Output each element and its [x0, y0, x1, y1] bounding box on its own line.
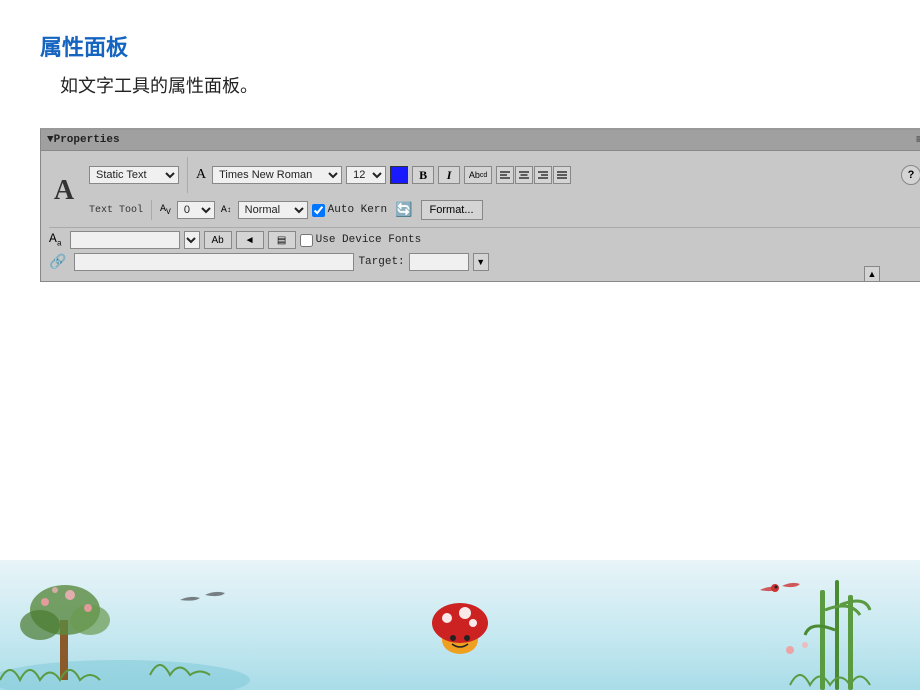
superscript-button[interactable]: Abcd [464, 166, 492, 184]
text-tool-big-a: A [49, 175, 79, 207]
align-group [496, 166, 571, 184]
auto-kern-text: Auto Kern [328, 204, 387, 216]
target-label: Target: [358, 256, 404, 268]
normal-select[interactable]: Normal Superscript Subscript [238, 201, 308, 219]
bold-button[interactable]: B [412, 166, 434, 184]
row-divider-1 [49, 227, 920, 228]
align-center-button[interactable] [515, 166, 533, 184]
italic-button[interactable]: I [438, 166, 460, 184]
font-select[interactable]: Times New Roman Arial Verdana [212, 166, 342, 184]
separator-2 [151, 200, 152, 220]
use-device-fonts-checkbox[interactable] [300, 234, 313, 247]
prop-row-3: Aa ▼ Ab ◄ ▤ Use Device Fonts [49, 231, 920, 249]
use-device-fonts-label[interactable]: Use Device Fonts [300, 234, 422, 247]
color-picker[interactable] [390, 166, 408, 184]
text-block-button[interactable]: ▤ [268, 231, 296, 249]
auto-kern-label[interactable]: Auto Kern [312, 204, 387, 217]
format-button[interactable]: Format... [421, 200, 483, 220]
prop-row-4: 🔗 Target: ▼ [49, 253, 920, 271]
right-nature-scene [620, 560, 920, 690]
target-input[interactable] [409, 253, 469, 271]
align-right-button[interactable] [534, 166, 552, 184]
text-tool-icon-col: A [49, 175, 83, 207]
use-device-fonts-text: Use Device Fonts [316, 234, 422, 246]
panel-menu-icon[interactable]: ≡ [916, 133, 920, 147]
bottom-decoration [0, 560, 920, 690]
prop-row-1: A Static Text Dynamic Text Input Text [49, 157, 920, 224]
left-arrow-button[interactable]: ◄ [236, 231, 264, 249]
font-icon: A [196, 167, 206, 183]
panel-scroll-button[interactable]: ▲ [864, 266, 880, 282]
static-text-group: Static Text Dynamic Text Input Text [89, 166, 179, 184]
instance-name-input[interactable] [70, 231, 180, 249]
panel-titlebar: ▼Properties ≡ [41, 130, 920, 151]
text-tool-label: Text Tool [89, 205, 143, 216]
url-input[interactable] [74, 253, 354, 271]
tracking-select[interactable]: 0125 [177, 201, 215, 219]
page-subtitle: 如文字工具的属性面板。 [60, 72, 880, 98]
static-text-select[interactable]: Static Text Dynamic Text Input Text [89, 166, 179, 184]
page-title: 属性面板 [40, 30, 880, 62]
align-left-button[interactable] [496, 166, 514, 184]
panel-body: A Static Text Dynamic Text Input Text [41, 151, 920, 281]
target-dropdown-btn[interactable]: ▼ [473, 253, 489, 271]
align-justify-button[interactable] [553, 166, 571, 184]
instance-name-icon: Aa [49, 231, 62, 249]
help-button[interactable]: ? [901, 165, 920, 185]
font-size-select[interactable]: 891011 121416 [346, 166, 386, 184]
ab-select[interactable]: ▼ [184, 231, 200, 249]
url-icon: 🔗 [49, 254, 66, 271]
center-character [425, 588, 495, 670]
properties-panel: ▼Properties ≡ A [40, 128, 880, 282]
a-spacing-icon: A↕ [221, 205, 232, 216]
prop-subrow-1a: Static Text Dynamic Text Input Text A T [89, 157, 920, 193]
av-kern-icon: AV [160, 204, 171, 217]
left-nature-scene [0, 560, 300, 690]
properties-panel-inner: ▼Properties ≡ A [40, 128, 920, 282]
auto-kern-checkbox[interactable] [312, 204, 325, 217]
separator-1 [187, 157, 188, 193]
sync-icon: 🔄 [395, 202, 412, 219]
prop-subrow-1b: Text Tool AV 0125 [89, 200, 920, 220]
panel-title: ▼Properties [47, 134, 120, 146]
ab-text-button[interactable]: Ab [204, 231, 232, 249]
